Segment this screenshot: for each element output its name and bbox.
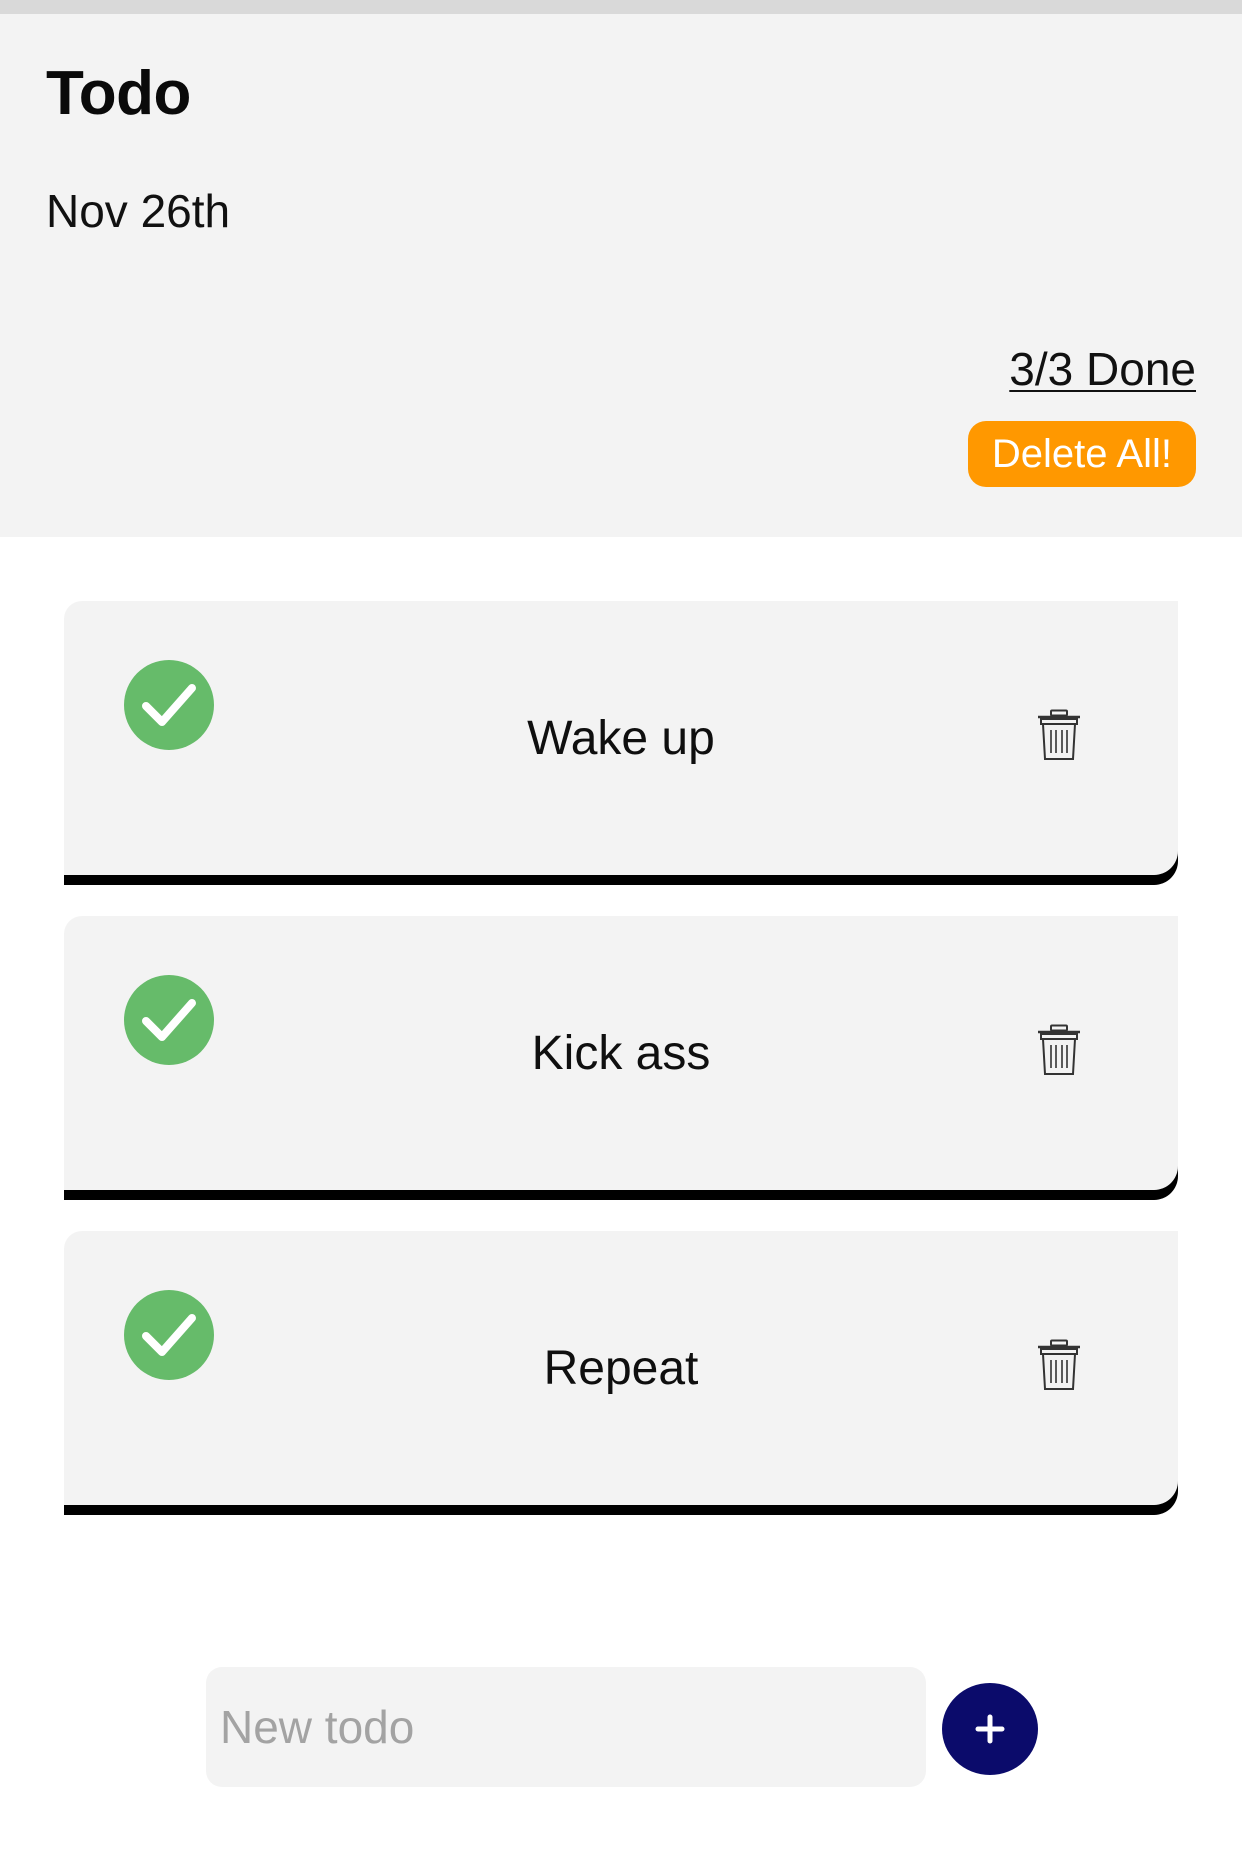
todo-text: Repeat [543, 1342, 699, 1395]
add-todo-button[interactable] [942, 1683, 1038, 1775]
todo-item: Kick ass [64, 916, 1178, 1190]
todo-item: Wake up [64, 601, 1178, 875]
done-count-link[interactable]: 3/3 Done [1009, 342, 1196, 396]
plus-icon [975, 1714, 1005, 1744]
todo-text: Kick ass [531, 1027, 711, 1080]
date-label: Nov 26th [46, 185, 231, 237]
delete-all-button[interactable]: Delete All! [967, 421, 1196, 487]
todo-text: Wake up [527, 712, 715, 765]
page-title: Todo [46, 59, 191, 128]
header: Todo Nov 26th 3/3 Done Delete All! [0, 14, 1242, 537]
trash-icon[interactable] [1036, 1339, 1082, 1391]
todo-list: Wake up Kick ass Repeat [64, 601, 1178, 1546]
trash-icon[interactable] [1036, 1024, 1082, 1076]
new-todo-input[interactable] [206, 1667, 926, 1787]
top-divider [0, 0, 1242, 14]
todo-item: Repeat [64, 1231, 1178, 1505]
trash-icon[interactable] [1036, 709, 1082, 761]
